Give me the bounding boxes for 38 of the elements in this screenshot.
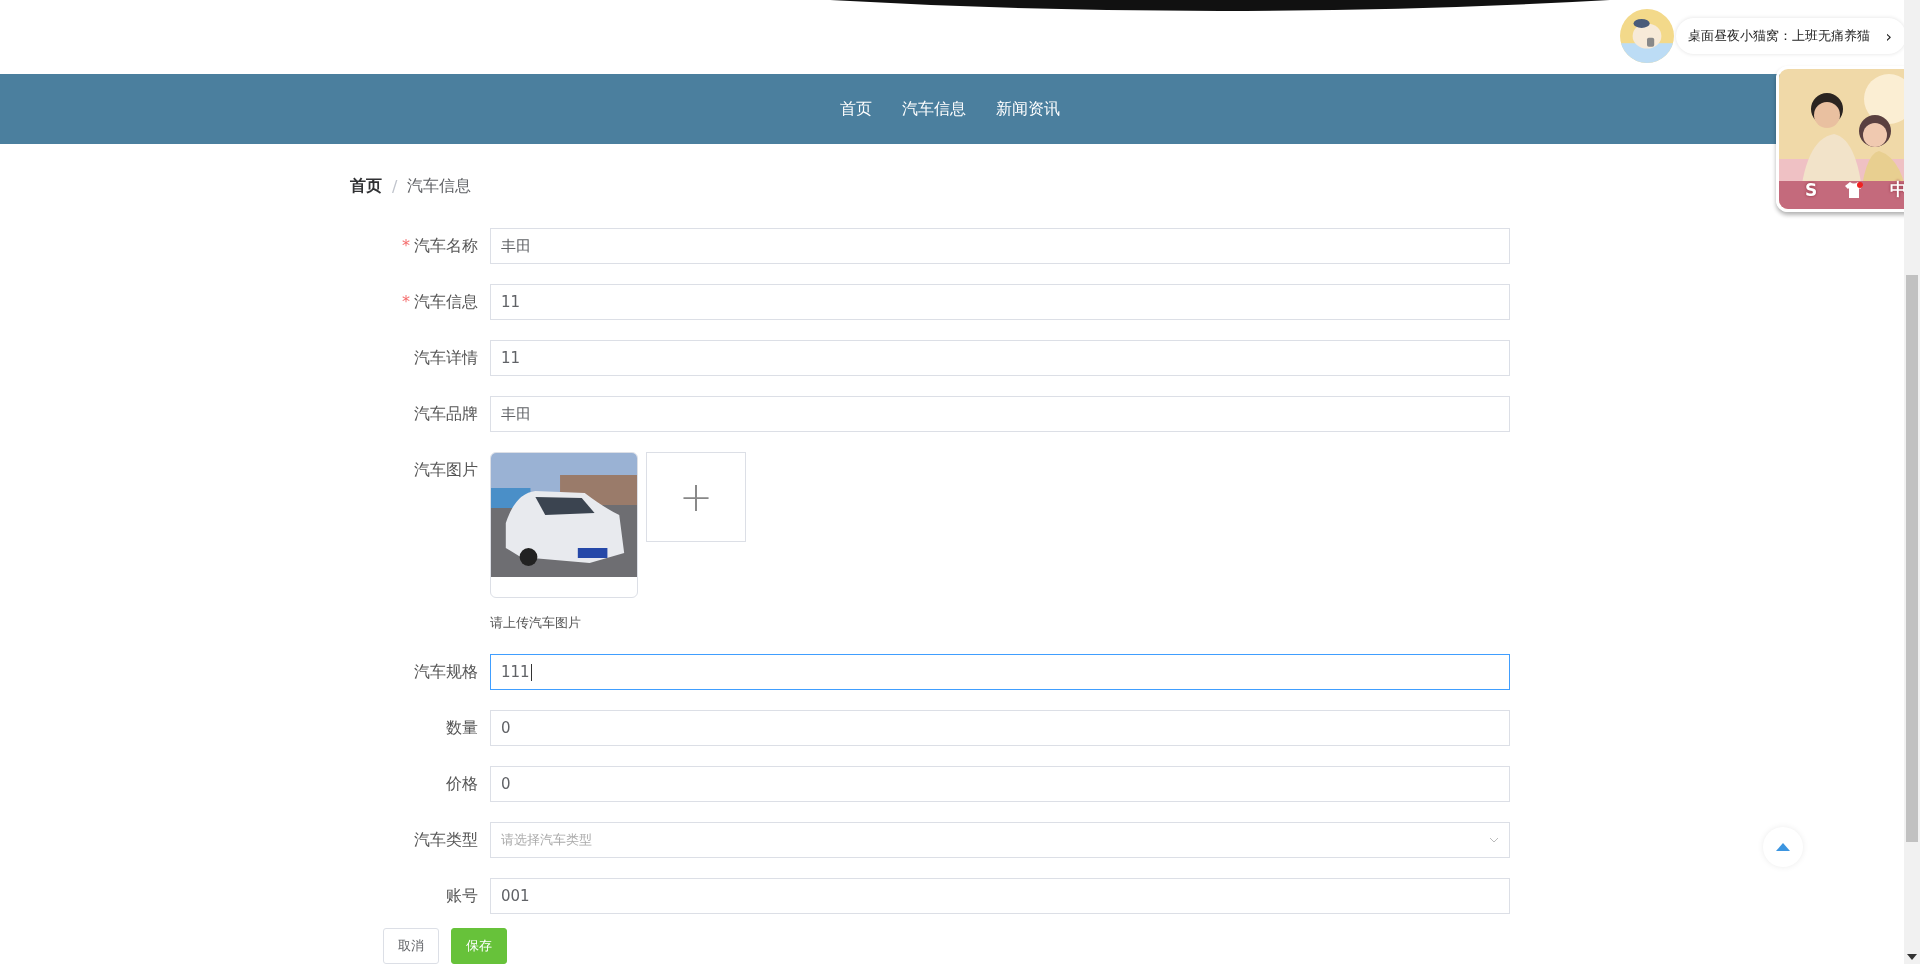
arrow-up-icon [1776, 843, 1790, 851]
field-label: 汽车规格 [413, 661, 479, 683]
field-label: * 汽车信息 [401, 291, 479, 313]
promo-banner[interactable]: 桌面昼夜小猫窝：上班无痛养猫 › [1676, 18, 1906, 54]
promo-text: 桌面昼夜小猫窝：上班无痛养猫 [1688, 27, 1870, 45]
input-field[interactable]: 0 [490, 766, 1510, 802]
field-label: * 汽车名称 [401, 235, 479, 257]
field-label: 汽车品牌 [413, 403, 479, 425]
breadcrumb-link[interactable]: 首页 [350, 175, 382, 197]
field-label: 账号 [445, 885, 479, 907]
upload-hint: 请上传汽车图片 [490, 614, 582, 632]
scrollbar[interactable] [1904, 0, 1920, 964]
input-field[interactable]: 丰田 [490, 228, 1510, 264]
chevron-icon: › [1885, 26, 1892, 46]
field-label: 汽车详情 [413, 347, 479, 369]
input-field[interactable]: 丰田 [490, 396, 1510, 432]
shirt-icon [1843, 180, 1864, 199]
upload-button[interactable]: + [646, 452, 746, 542]
badge-letter: S [1805, 179, 1818, 200]
field-label: 汽车图片 [413, 459, 479, 481]
breadcrumb-link[interactable]: 汽车信息 [407, 175, 472, 197]
cancel-button[interactable]: 取消 [383, 928, 439, 964]
breadcrumb-separator: / [392, 176, 398, 196]
field-label: 价格 [445, 773, 479, 795]
input-field[interactable]: 11 [490, 340, 1510, 376]
nav-link[interactable]: 汽车信息 [894, 98, 974, 120]
input-field[interactable]: 0 [490, 710, 1510, 746]
field-label: 数量 [445, 717, 479, 739]
input-field[interactable]: 111 [490, 654, 1510, 690]
field-label: 汽车类型 [413, 829, 479, 851]
input-field[interactable]: 11 [490, 284, 1510, 320]
scroll-down-icon[interactable] [1907, 954, 1917, 960]
input-field[interactable]: 001 [490, 878, 1510, 914]
image-thumbnail[interactable] [490, 452, 638, 598]
nav-link[interactable]: 首页 [832, 98, 880, 120]
chevron-down-icon [1489, 837, 1499, 843]
nav-link[interactable]: 新闻资讯 [988, 98, 1068, 120]
back-to-top-button[interactable] [1763, 827, 1803, 867]
